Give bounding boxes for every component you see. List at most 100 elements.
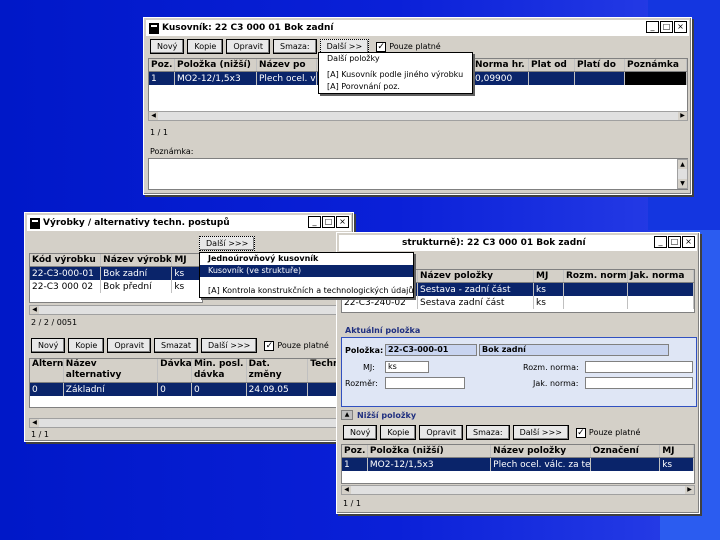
mj-field[interactable]: ks: [385, 361, 429, 373]
more-button[interactable]: Další >>>: [512, 425, 569, 440]
item-code-field[interactable]: 22-C3-000-01: [385, 344, 477, 356]
notes-scrollbar[interactable]: ▲ ▼: [677, 159, 688, 189]
products-grid[interactable]: Kód výrobku Název výrobku MJ 22-C3-000-0…: [29, 253, 203, 303]
scroll-down-icon[interactable]: ▼: [678, 179, 687, 188]
col-norm[interactable]: Norma hr.: [473, 59, 529, 71]
col-name[interactable]: Název výrobku: [101, 254, 173, 266]
delete-button[interactable]: Smaza:: [273, 39, 317, 54]
valid-only-label: Pouze platné: [389, 42, 441, 51]
table-row[interactable]: 22-C3-000-01 Bok zadní ks: [30, 267, 202, 280]
col-item[interactable]: Položka (nižší): [368, 445, 492, 457]
minimize-icon[interactable]: _: [308, 216, 321, 228]
maximize-icon[interactable]: □: [668, 236, 681, 248]
cell: 22-C3 000 02: [30, 280, 102, 293]
edit-button[interactable]: Opravit: [419, 425, 463, 440]
col-pos[interactable]: Poz.: [342, 445, 368, 457]
more-button[interactable]: Další >>>: [199, 236, 256, 251]
cell: ks: [660, 458, 694, 471]
new-button[interactable]: Nový: [31, 338, 66, 353]
close-icon[interactable]: ×: [682, 236, 695, 248]
maximize-icon[interactable]: □: [322, 216, 335, 228]
close-icon[interactable]: ×: [674, 21, 687, 33]
col-pos[interactable]: Poz.: [149, 59, 175, 71]
cell: ks: [172, 267, 202, 280]
col-batch[interactable]: Dávka: [158, 359, 192, 382]
col-dim-norm[interactable]: Rozm. norma: [564, 270, 628, 282]
col-item-name[interactable]: Název položky: [418, 270, 534, 282]
lower-items-expand-icon[interactable]: ▲: [341, 410, 353, 420]
col-alt[interactable]: Altern.: [30, 359, 64, 382]
col-code[interactable]: Kód výrobku: [30, 254, 102, 266]
cell: Plech ocel. vá: [259, 72, 317, 85]
col-name[interactable]: Název po: [257, 59, 317, 71]
col-change-date[interactable]: Dat. změny: [247, 359, 309, 382]
scroll-left-icon[interactable]: ◀: [342, 486, 351, 494]
col-qual-norm[interactable]: Jak. norma: [628, 270, 694, 282]
col-mj[interactable]: MJ: [660, 445, 694, 457]
cell: Sestava - zadní část: [418, 283, 534, 296]
checkbox-icon: ✓: [575, 427, 586, 438]
current-item-title: Aktuální položka: [345, 326, 421, 335]
col-item[interactable]: Položka (nižší): [175, 59, 257, 71]
item-name-field[interactable]: Bok zadní: [479, 344, 669, 356]
products-titlebar[interactable]: Výrobky / alternativy techn. postupů _ □…: [27, 215, 351, 231]
table-row[interactable]: 1 MO2-12/1,5x3 Plech ocel. válc. za tepl…: [342, 458, 694, 471]
cell: Bok přední: [101, 280, 173, 293]
edit-button[interactable]: Opravit: [226, 39, 270, 54]
mj-label: MJ:: [363, 363, 375, 372]
copy-button[interactable]: Kopie: [187, 39, 224, 54]
products-window: Výrobky / alternativy techn. postupů _ □…: [24, 212, 354, 442]
valid-only-checkbox[interactable]: ✓ Pouze platné: [264, 338, 329, 353]
dim-field[interactable]: [385, 377, 465, 389]
menu-item-more-items[interactable]: Další položky: [319, 53, 472, 65]
lower-items-grid[interactable]: Poz. Položka (nižší) Název položky Označ…: [341, 444, 695, 484]
menu-item-single-level-bom[interactable]: Jednoúrovňový kusovník: [200, 253, 413, 265]
horizontal-scrollbar[interactable]: ◀ ▶: [341, 485, 695, 495]
col-item-name[interactable]: Název položky: [491, 445, 591, 457]
delete-button[interactable]: Smaza:: [466, 425, 510, 440]
menu-item-check-data[interactable]: [A] Kontrola konstrukčních a technologic…: [200, 285, 413, 297]
copy-button[interactable]: Kopie: [380, 425, 417, 440]
scroll-left-icon[interactable]: ◀: [30, 306, 39, 314]
copy-button[interactable]: Kopie: [68, 338, 105, 353]
more-button-alt[interactable]: Další >>>: [201, 338, 258, 353]
dim-norm-field[interactable]: [585, 361, 693, 373]
col-valid-from[interactable]: Plat od: [529, 59, 575, 71]
close-icon[interactable]: ×: [336, 216, 349, 228]
col-alt-name[interactable]: Název alternativy: [64, 359, 159, 382]
menu-item-compare[interactable]: [A] Porovnání poz.: [319, 81, 472, 93]
col-min-batch[interactable]: Min. posl. dávka: [192, 359, 247, 382]
valid-only-checkbox[interactable]: ✓ Pouze platné: [575, 425, 640, 440]
col-mj[interactable]: MJ: [534, 270, 564, 282]
dim-label: Rozměr:: [345, 379, 378, 388]
scroll-right-icon[interactable]: ▶: [685, 486, 694, 494]
new-button[interactable]: Nový: [150, 39, 185, 54]
menu-item-structured-bom[interactable]: Kusovník (ve struktuře): [200, 265, 413, 277]
new-button[interactable]: Nový: [343, 425, 378, 440]
table-row[interactable]: 0 Základní 0 0 24.09.05: [30, 383, 348, 396]
structured-titlebar[interactable]: strukturně): 22 C3 000 01 Bok zadní _ □ …: [339, 235, 697, 251]
bom-titlebar[interactable]: Kusovník: 22 C3 000 01 Bok zadní _ □ ×: [146, 20, 689, 36]
scroll-left-icon[interactable]: ◀: [149, 112, 158, 120]
table-row[interactable]: 22-C3 000 02 Bok přední ks: [30, 280, 202, 293]
col-valid-to[interactable]: Platí do: [575, 59, 625, 71]
horizontal-scrollbar[interactable]: ◀ ▶: [148, 111, 688, 121]
col-mj[interactable]: MJ: [172, 254, 202, 266]
delete-button[interactable]: Smazat: [154, 338, 199, 353]
minimize-icon[interactable]: _: [646, 21, 659, 33]
scroll-up-icon[interactable]: ▲: [678, 160, 687, 169]
horizontal-scrollbar[interactable]: ◀ ▶: [29, 418, 349, 428]
col-designation[interactable]: Označení: [591, 445, 661, 457]
qual-norm-field[interactable]: [585, 377, 693, 389]
minimize-icon[interactable]: _: [654, 236, 667, 248]
menu-item-bom-other[interactable]: [A] Kusovník podle jiného výrobku: [319, 69, 472, 81]
scroll-left-icon[interactable]: ◀: [30, 419, 39, 427]
edit-button[interactable]: Opravit: [107, 338, 151, 353]
col-note[interactable]: Poznámka: [625, 59, 687, 71]
horizontal-scrollbar[interactable]: ◀ ▶: [29, 305, 349, 315]
notes-textarea[interactable]: [148, 158, 688, 190]
maximize-icon[interactable]: □: [660, 21, 673, 33]
alternatives-grid[interactable]: Altern. Název alternativy Dávka Min. pos…: [29, 358, 349, 408]
record-counter: 1 / 1: [343, 499, 361, 508]
scroll-right-icon[interactable]: ▶: [678, 112, 687, 120]
